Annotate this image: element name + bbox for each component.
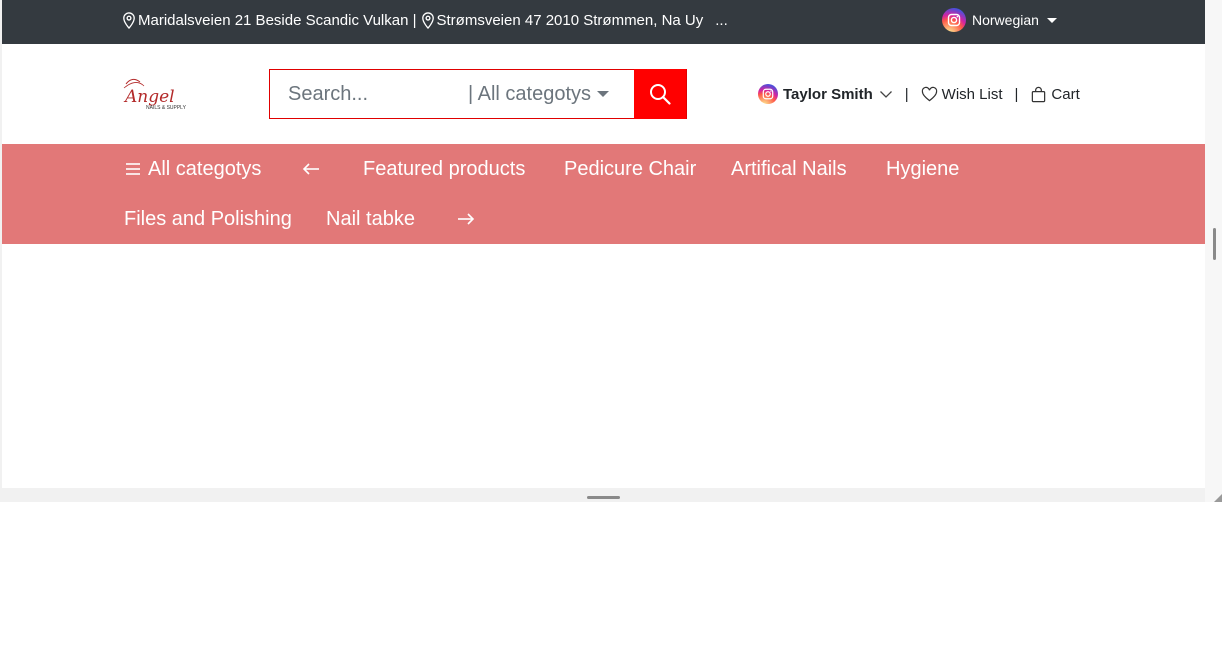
arrow-right-icon	[458, 213, 475, 225]
user-links: Taylor Smith | Wish List | Cart	[758, 84, 1080, 104]
resize-handle[interactable]	[587, 496, 620, 499]
all-categories-label: All categotys	[148, 157, 262, 180]
wishlist-label: Wish List	[941, 85, 1003, 103]
nav-item-files-and-polishing[interactable]: Files and Polishing	[124, 194, 292, 244]
nav-item-label: Pedicure Chair	[564, 157, 697, 180]
nav-prev-button[interactable]	[302, 144, 320, 194]
svg-text:NAILS & SUPPLY: NAILS & SUPPLY	[146, 105, 187, 111]
arrow-left-icon	[302, 163, 319, 175]
site-header: Angel NAILS & SUPPLY | All categotys	[2, 44, 1205, 144]
instagram-icon	[942, 8, 966, 32]
nav-item-label: Artifical Nails	[731, 157, 847, 180]
map-pin-icon	[123, 12, 135, 29]
address-1: Maridalsveien 21 Beside Scandic Vulkan |	[138, 12, 417, 29]
search-bar: | All categotys	[269, 69, 687, 119]
browser-frame: Maridalsveien 21 Beside Scandic Vulkan |…	[0, 0, 1222, 502]
site-logo[interactable]: Angel NAILS & SUPPLY	[122, 74, 202, 112]
all-categories-menu[interactable]: All categotys	[124, 144, 261, 194]
scrollbar-thumb[interactable]	[1213, 228, 1216, 260]
page-viewport: Maridalsveien 21 Beside Scandic Vulkan |…	[2, 0, 1205, 488]
nav-item-label: Hygiene	[886, 157, 960, 180]
nav-item-pedicure-chair[interactable]: Pedicure Chair	[564, 144, 696, 194]
category-nav: All categotys Featured products Pedicure…	[2, 144, 1205, 244]
address-2: Strømsveien 47 2010 Strømmen, Na Uy	[436, 12, 704, 29]
search-input[interactable]	[270, 70, 468, 118]
cart-link[interactable]: Cart	[1030, 85, 1080, 103]
separator: |	[904, 85, 909, 103]
vertical-scrollbar[interactable]	[1205, 0, 1222, 502]
caret-down-icon	[597, 91, 610, 97]
user-menu[interactable]: Taylor Smith	[758, 84, 893, 104]
search-icon	[650, 84, 671, 105]
nav-item-artifical-nails[interactable]: Artifical Nails	[731, 144, 847, 194]
nav-item-nail-table[interactable]: Nail tabke	[326, 194, 415, 244]
wishlist-link[interactable]: Wish List	[921, 86, 1003, 103]
caret-down-icon	[1046, 17, 1057, 23]
separator: |	[1014, 85, 1019, 103]
category-select[interactable]: | All categotys	[468, 70, 634, 118]
heart-icon	[921, 86, 937, 101]
svg-text:Angel: Angel	[123, 87, 175, 107]
resize-corner-icon[interactable]	[1212, 492, 1222, 502]
nav-item-hygiene[interactable]: Hygiene	[886, 144, 959, 194]
nav-item-label: Nail tabke	[326, 207, 415, 230]
map-pin-icon	[421, 12, 434, 29]
address-ellipsis: ...	[715, 12, 728, 29]
hamburger-icon	[126, 163, 140, 175]
user-name: Taylor Smith	[783, 85, 873, 103]
top-info-bar: Maridalsveien 21 Beside Scandic Vulkan |…	[2, 0, 1205, 44]
nav-item-featured-products[interactable]: Featured products	[363, 144, 525, 194]
nav-next-button[interactable]	[457, 194, 475, 244]
store-addresses: Maridalsveien 21 Beside Scandic Vulkan |…	[122, 12, 728, 29]
shopping-bag-icon	[1032, 86, 1046, 102]
nav-item-label: Files and Polishing	[124, 207, 292, 230]
chevron-down-icon	[879, 91, 892, 98]
language-label: Norwegian	[972, 12, 1039, 28]
search-button[interactable]	[634, 69, 686, 119]
category-select-label: | All categotys	[468, 82, 592, 105]
cart-label: Cart	[1051, 85, 1080, 103]
instagram-icon	[758, 84, 778, 104]
language-selector[interactable]: Norwegian	[942, 8, 1057, 32]
nav-item-label: Featured products	[363, 157, 526, 180]
